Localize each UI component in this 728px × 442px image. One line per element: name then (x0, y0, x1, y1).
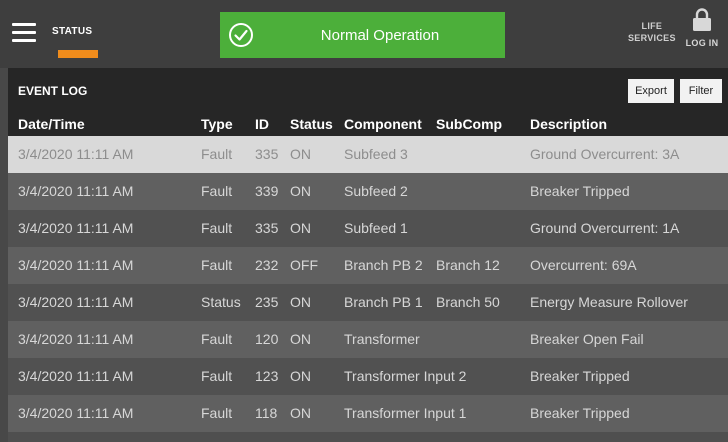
cell-datetime: 3/4/2020 11:11 AM (18, 331, 134, 347)
column-header-component[interactable]: Component (344, 116, 422, 132)
cell-description: Energy Measure Rollover (530, 294, 688, 310)
cell-id: 335 (255, 220, 279, 236)
cell-id: 232 (255, 257, 279, 273)
cell-type: Fault (201, 331, 233, 347)
cell-component: Subfeed 2 (344, 183, 408, 199)
tab-status[interactable]: STATUS (52, 26, 92, 37)
cell-id: 118 (255, 405, 278, 421)
top-bar: STATUS Normal Operation LIFE SERVICES LO… (0, 0, 728, 68)
lock-icon (693, 8, 711, 31)
cell-type: Status (201, 294, 241, 310)
cell-type: Fault (201, 368, 233, 384)
operation-status-banner: Normal Operation (220, 12, 505, 58)
hamburger-menu-icon[interactable] (12, 23, 36, 43)
cell-id: 339 (255, 183, 279, 199)
cell-type: Fault (201, 183, 233, 199)
cell-description: Breaker Tripped (530, 405, 630, 421)
cell-id: 235 (255, 294, 279, 310)
table-row[interactable]: 3/4/2020 11:11 AM Fault 120 ON Transform… (8, 321, 728, 358)
cell-component: Branch PB 1 (344, 294, 423, 310)
table-row-empty (8, 432, 728, 442)
export-button[interactable]: Export (628, 79, 674, 103)
active-tab-indicator (58, 50, 98, 58)
cell-type: Fault (201, 220, 233, 236)
cell-datetime: 3/4/2020 11:11 AM (18, 294, 134, 310)
cell-description: Ground Overcurrent: 1A (530, 220, 680, 236)
left-accent-strip (0, 68, 8, 442)
cell-datetime: 3/4/2020 11:11 AM (18, 405, 134, 421)
cell-subcomp: Branch 50 (436, 294, 500, 310)
cell-component: Subfeed 3 (344, 146, 408, 162)
event-log-title: EVENT LOG (18, 84, 88, 98)
table-row[interactable]: 3/4/2020 11:11 AM Fault 335 ON Subfeed 3… (8, 136, 728, 173)
cell-type: Fault (201, 405, 233, 421)
cell-status: ON (290, 368, 311, 384)
life-services-label-line2: SERVICES (628, 33, 676, 43)
column-header-status[interactable]: Status (290, 116, 333, 132)
cell-status: ON (290, 220, 311, 236)
cell-component: Transformer (344, 331, 420, 347)
table-row[interactable]: 3/4/2020 11:11 AM Fault 232 OFF Branch P… (8, 247, 728, 284)
table-row[interactable]: 3/4/2020 11:11 AM Status 235 ON Branch P… (8, 284, 728, 321)
column-header-datetime[interactable]: Date/Time (18, 116, 85, 132)
cell-id: 335 (255, 146, 279, 162)
cell-status: ON (290, 405, 311, 421)
cell-component: Branch PB 2 (344, 257, 423, 273)
life-services-button[interactable]: LIFE SERVICES (628, 20, 676, 44)
cell-description: Breaker Open Fail (530, 331, 644, 347)
cell-component: Transformer Input 2 (344, 368, 467, 384)
login-label: LOG IN (685, 38, 719, 48)
event-log-table: 3/4/2020 11:11 AM Fault 335 ON Subfeed 3… (8, 136, 728, 442)
login-button[interactable]: LOG IN (680, 8, 724, 60)
cell-status: ON (290, 331, 311, 347)
cell-description: Breaker Tripped (530, 183, 630, 199)
cell-id: 123 (255, 368, 279, 384)
cell-id: 120 (255, 331, 279, 347)
cell-description: Breaker Tripped (530, 368, 630, 384)
cell-status: ON (290, 294, 311, 310)
column-header-subcomp[interactable]: SubComp (436, 116, 502, 132)
table-row[interactable]: 3/4/2020 11:11 AM Fault 123 ON Transform… (8, 358, 728, 395)
cell-datetime: 3/4/2020 11:11 AM (18, 220, 134, 236)
column-header-type[interactable]: Type (201, 116, 233, 132)
cell-type: Fault (201, 257, 233, 273)
column-header-id[interactable]: ID (255, 116, 269, 132)
cell-component: Transformer Input 1 (344, 405, 467, 421)
table-row[interactable]: 3/4/2020 11:11 AM Fault 118 ON Transform… (8, 395, 728, 432)
cell-type: Fault (201, 146, 233, 162)
life-services-label-line1: LIFE (641, 21, 663, 31)
column-header-description[interactable]: Description (530, 116, 607, 132)
table-row[interactable]: 3/4/2020 11:11 AM Fault 339 ON Subfeed 2… (8, 173, 728, 210)
cell-subcomp: Branch 12 (436, 257, 500, 273)
cell-component: Subfeed 1 (344, 220, 408, 236)
cell-status: ON (290, 146, 311, 162)
cell-datetime: 3/4/2020 11:11 AM (18, 146, 134, 162)
cell-description: Ground Overcurrent: 3A (530, 146, 680, 162)
filter-button[interactable]: Filter (680, 79, 722, 103)
cell-status: ON (290, 183, 311, 199)
operation-status-text: Normal Operation (320, 26, 440, 44)
cell-status: OFF (290, 257, 318, 273)
cell-description: Overcurrent: 69A (530, 257, 637, 273)
cell-datetime: 3/4/2020 11:11 AM (18, 368, 134, 384)
cell-datetime: 3/4/2020 11:11 AM (18, 257, 134, 273)
cell-datetime: 3/4/2020 11:11 AM (18, 183, 134, 199)
table-row[interactable]: 3/4/2020 11:11 AM Fault 335 ON Subfeed 1… (8, 210, 728, 247)
